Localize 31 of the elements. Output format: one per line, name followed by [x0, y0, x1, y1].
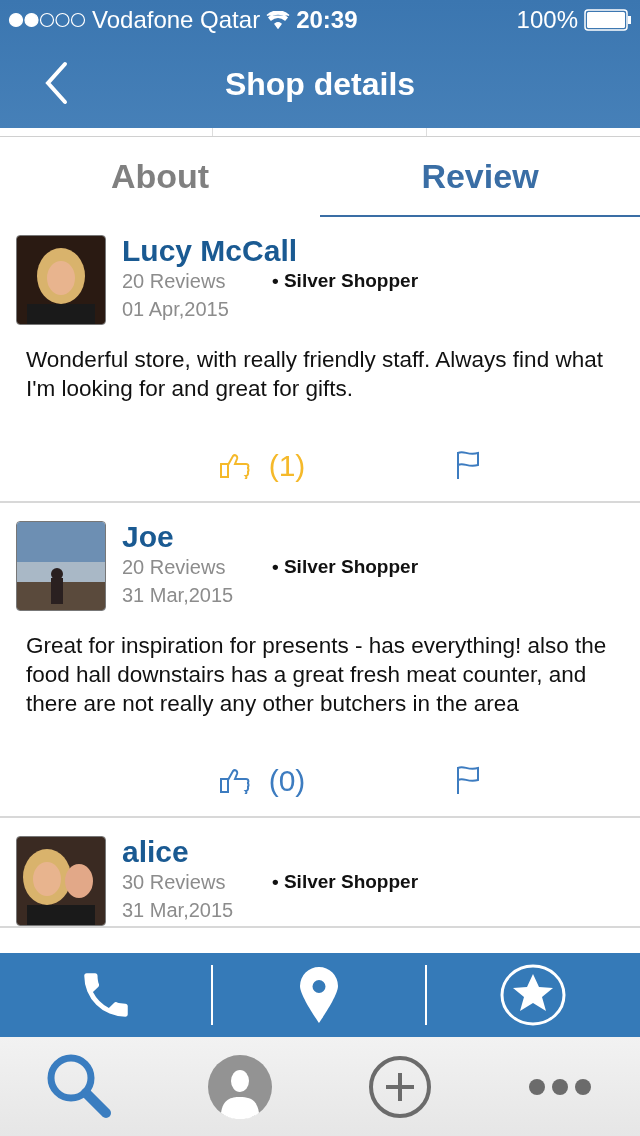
signal-icon	[8, 12, 86, 28]
review-text: Great for inspiration for presents - has everything! also the food hall downstairs has a great fresh meat counter, and there are not really any other butchers in the area	[26, 632, 608, 718]
shopper-level: • Silver Shopper	[272, 870, 419, 894]
flag-icon	[455, 449, 482, 480]
review-date: 31 Mar,2015	[122, 898, 235, 923]
thumbs-up-icon	[218, 768, 251, 794]
reviewer-name[interactable]: Joe	[122, 521, 419, 553]
profile-icon	[208, 1054, 272, 1119]
flag-icon	[455, 764, 482, 795]
clock-time: 20:39	[296, 6, 358, 34]
add-icon	[368, 1054, 432, 1119]
like-button[interactable]: (0)	[218, 764, 306, 798]
reviewer-name[interactable]: Lucy McCall	[122, 235, 419, 267]
review-count: 20 Reviews	[122, 269, 227, 294]
review-date: 31 Mar,2015	[122, 583, 235, 608]
shopper-level: • Silver Shopper	[272, 269, 419, 293]
search-icon	[47, 1053, 113, 1120]
wifi-icon	[266, 11, 291, 29]
battery-icon	[584, 9, 632, 31]
location-pin-icon	[299, 967, 339, 1023]
shopper-level: • Silver Shopper	[272, 555, 419, 579]
review-date: 01 Apr,2015	[122, 297, 230, 322]
carrier-name: Vodafone Qatar	[92, 6, 261, 34]
screen-title: Shop details	[224, 65, 416, 103]
reviewer-name[interactable]: alice	[122, 836, 419, 868]
battery-percentage: 100%	[516, 6, 578, 34]
review-text: Wonderful store, with really friendly staff. Always find what I'm looking for and great for gifts.	[26, 346, 604, 403]
thumbs-up-icon	[218, 453, 251, 479]
more-icon	[528, 1076, 592, 1097]
review-count: 20 Reviews	[122, 555, 227, 580]
review-count: 30 Reviews	[122, 870, 227, 895]
